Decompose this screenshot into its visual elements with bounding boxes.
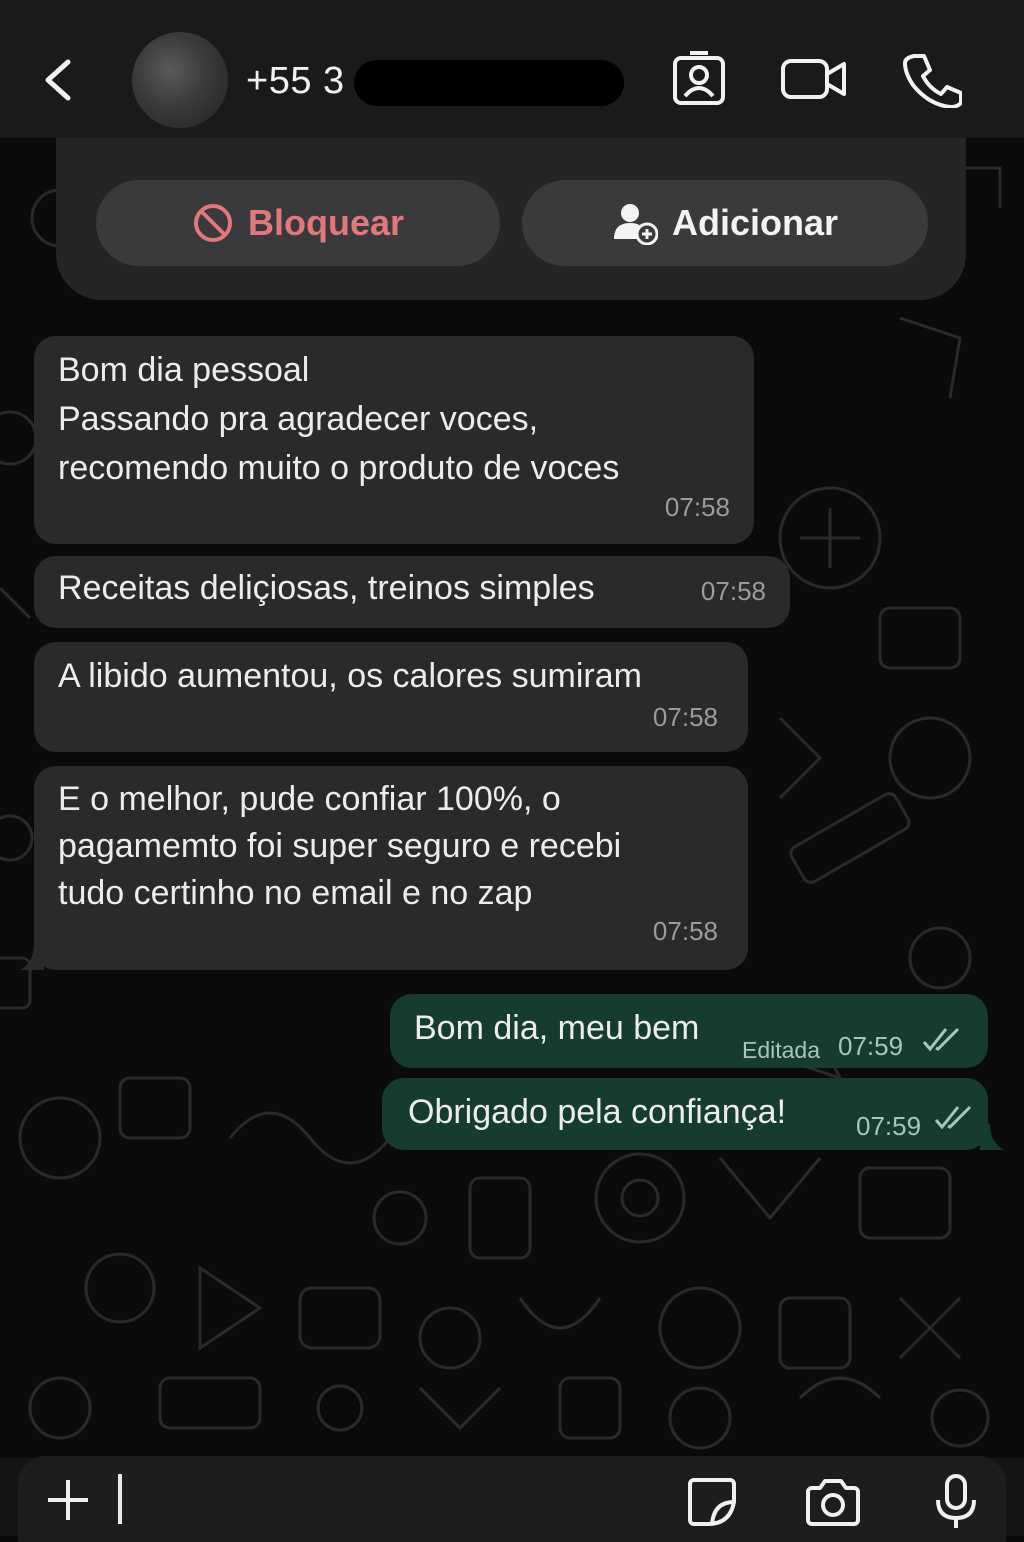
video-call-icon[interactable] (780, 56, 848, 102)
contact-card-icon[interactable] (672, 50, 726, 106)
add-contact-button[interactable]: Adicionar (522, 180, 928, 266)
sticker-icon[interactable] (686, 1476, 738, 1528)
message-bubble-outgoing[interactable]: Obrigado pela confiança! 07:59 (382, 1078, 988, 1150)
back-chevron-icon[interactable] (38, 56, 78, 104)
plus-icon[interactable] (46, 1478, 90, 1522)
contact-avatar[interactable] (132, 32, 228, 128)
add-contact-label: Adicionar (671, 202, 839, 243)
redacted-number-bar (354, 60, 624, 106)
message-text: Obrigado pela confiança! (408, 1093, 787, 1131)
camera-icon[interactable] (804, 1478, 862, 1526)
block-icon (193, 204, 232, 242)
message-bubble-incoming[interactable]: A libido aumentou, os calores sumiram 07… (34, 642, 748, 752)
read-ticks-icon (922, 1027, 960, 1052)
message-time: 07:59 (838, 1031, 904, 1061)
message-time: 07:58 (700, 576, 766, 606)
add-person-icon (613, 204, 658, 245)
message-text: E o melhor, pude confiar 100%, o pagamem… (58, 780, 622, 912)
message-time: 07:58 (652, 916, 718, 946)
composer-bar (0, 1456, 1024, 1542)
block-label: Bloquear (247, 202, 405, 243)
text-cursor (118, 1474, 122, 1524)
message-text: Bom dia pessoal Passando pra agradecer v… (58, 351, 620, 487)
message-text: A libido aumentou, os calores sumiram (58, 657, 642, 695)
message-text: Receitas deliçiosas, treinos simples (58, 569, 595, 607)
message-bubble-incoming[interactable]: E o melhor, pude confiar 100%, o pagamem… (34, 766, 748, 970)
message-bubble-outgoing[interactable]: Bom dia, meu bem Editada 07:59 (390, 994, 988, 1068)
read-ticks-icon (934, 1105, 972, 1130)
unknown-contact-card: Bloquear Adicionar (56, 138, 966, 300)
message-time: 07:58 (652, 702, 718, 732)
message-time: 07:58 (664, 492, 730, 522)
message-text: Bom dia, meu bem (414, 1009, 700, 1047)
message-bubble-incoming[interactable]: Receitas deliçiosas, treinos simples 07:… (34, 556, 790, 628)
phone-call-icon[interactable] (902, 52, 962, 108)
edited-label: Editada (742, 1037, 821, 1063)
microphone-icon[interactable] (934, 1474, 978, 1532)
contact-name[interactable]: +55 3 (246, 60, 345, 103)
chat-header: +55 3 (0, 0, 1024, 138)
block-button[interactable]: Bloquear (96, 180, 500, 266)
message-time: 07:59 (856, 1111, 922, 1141)
message-bubble-incoming[interactable]: Bom dia pessoal Passando pra agradecer v… (34, 336, 754, 544)
